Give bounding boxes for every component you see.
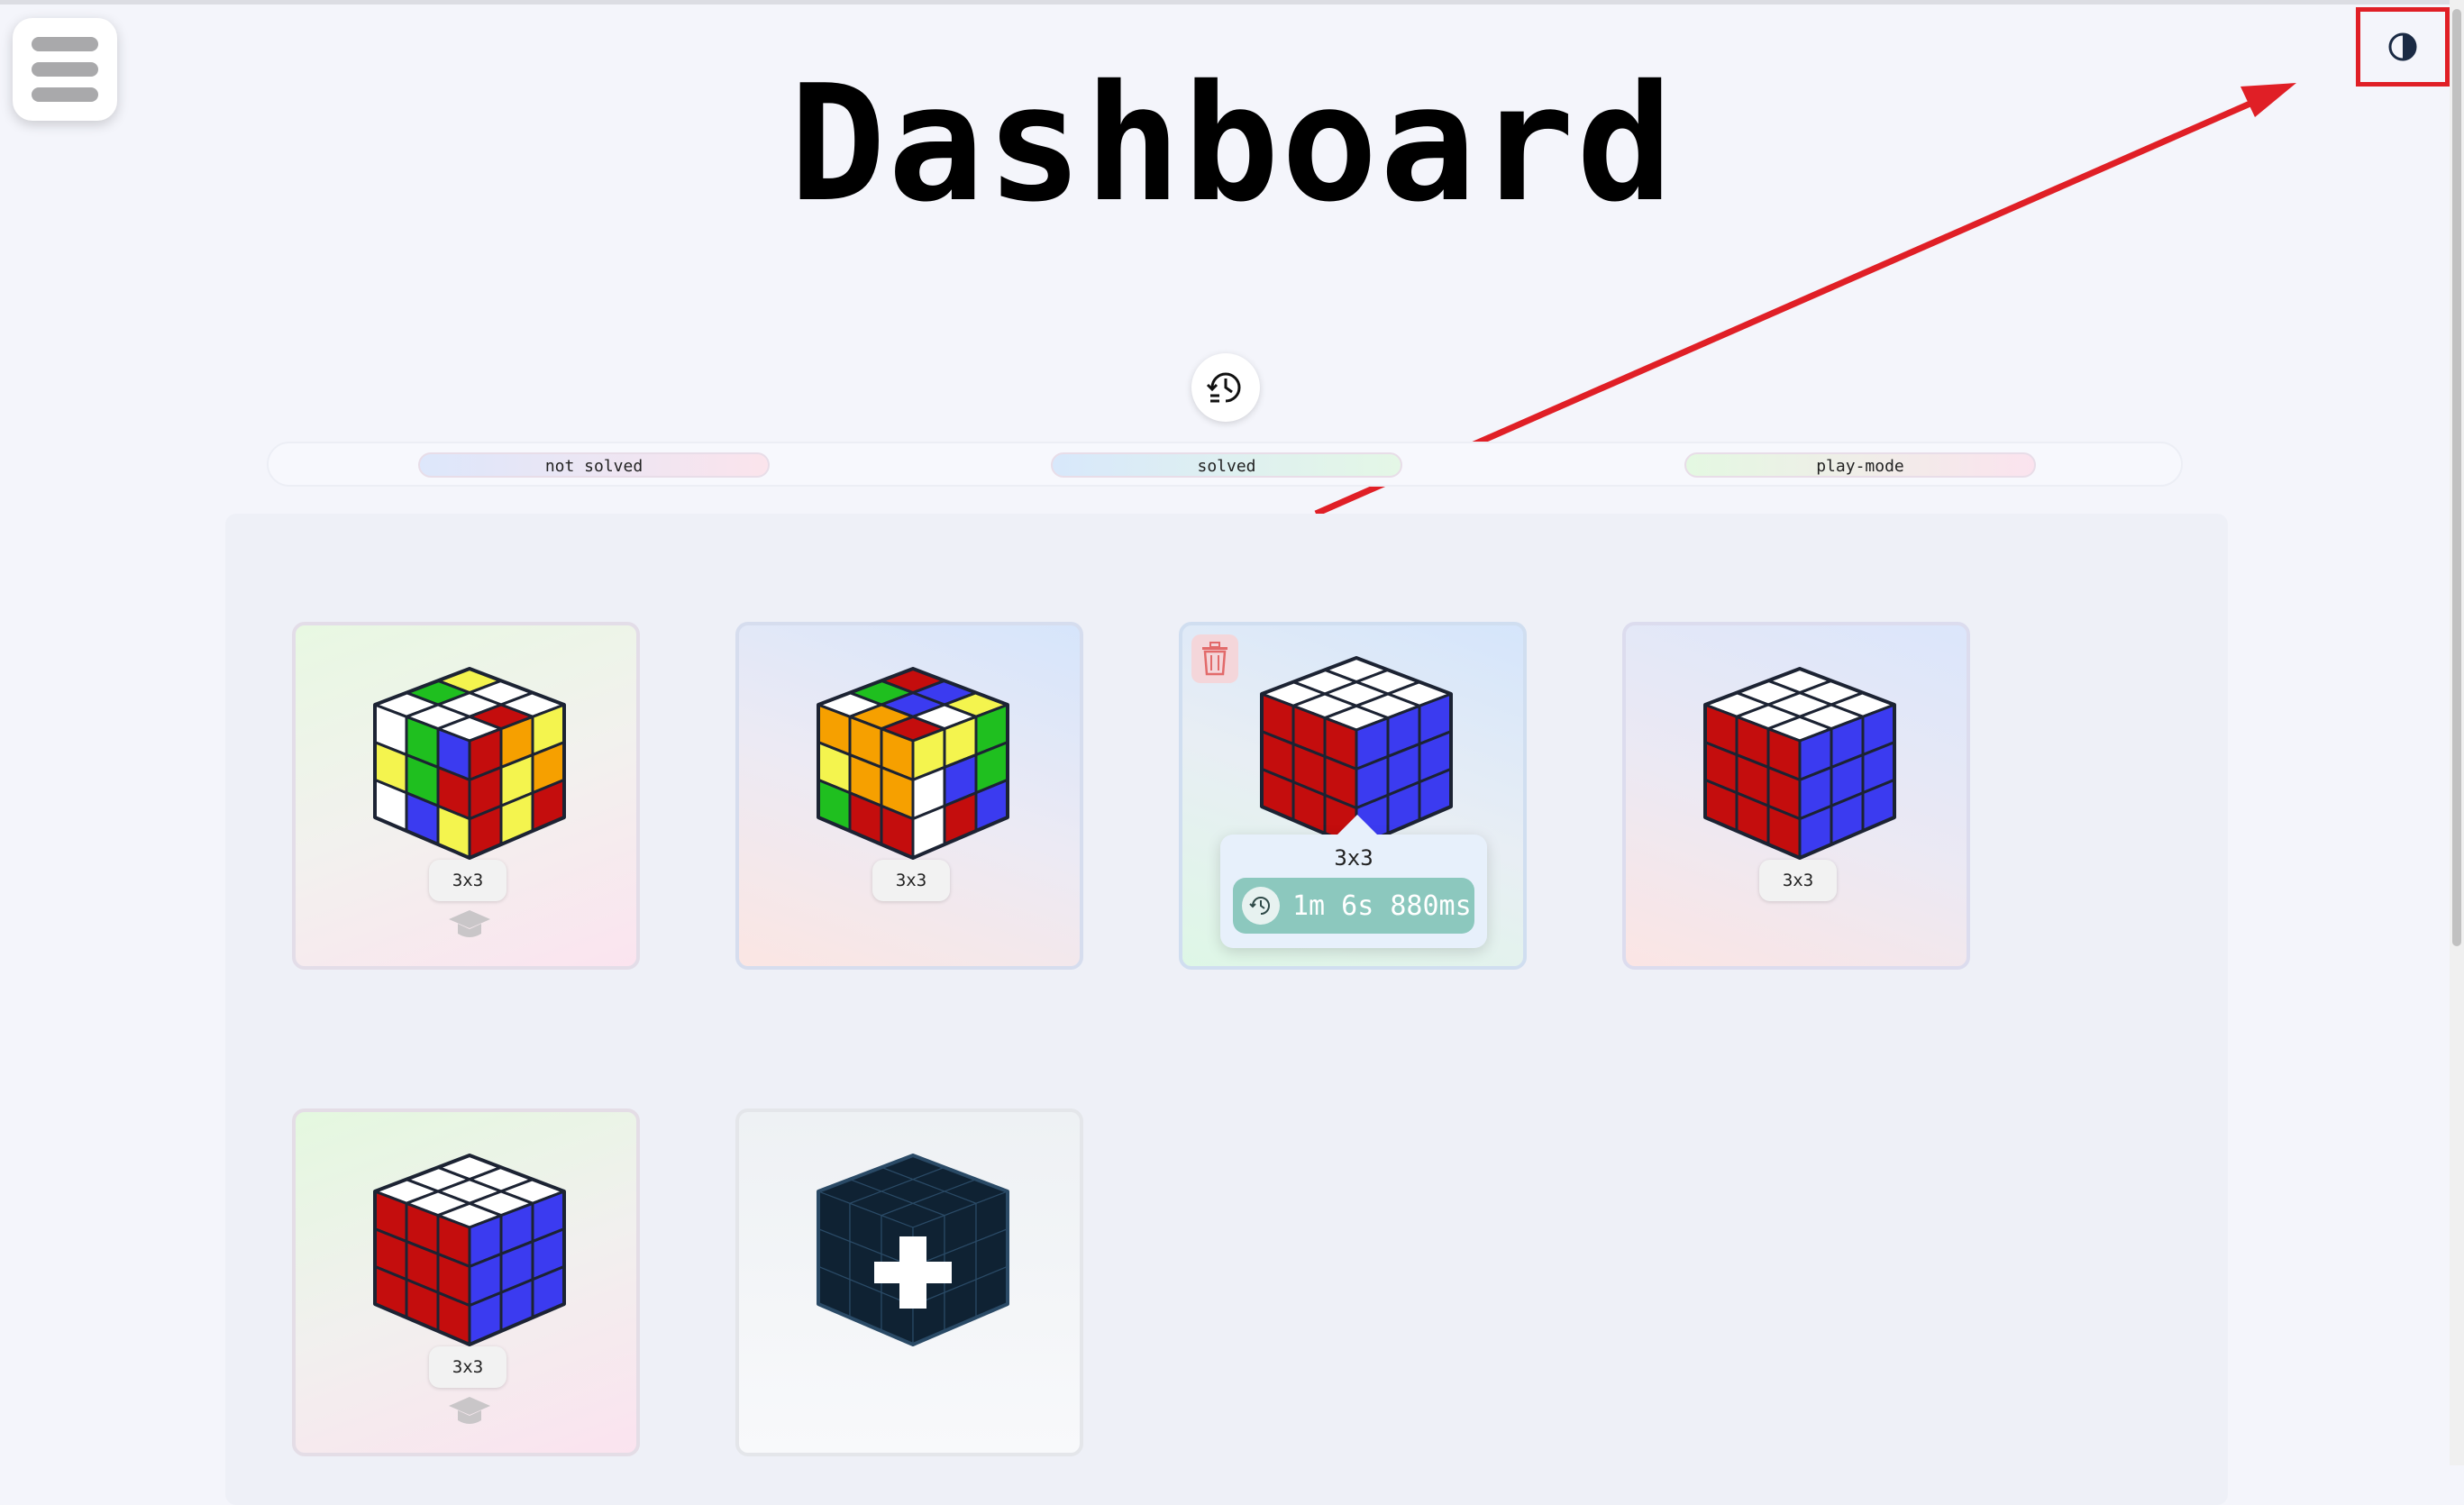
solve-time-chip: 1m 6s 880ms xyxy=(1233,878,1474,934)
tooltip-size: 3x3 xyxy=(1334,845,1373,871)
cube-size-badge: 3x3 xyxy=(429,1346,506,1388)
cube-icon xyxy=(373,1154,566,1346)
graduation-cap-icon xyxy=(449,910,490,937)
filter-not-solved[interactable]: not solved xyxy=(418,452,770,478)
trash-icon xyxy=(1202,642,1227,676)
cube-card[interactable]: 3x3 xyxy=(735,622,1083,970)
history-button[interactable] xyxy=(1191,353,1260,422)
cube-size-badge: 3x3 xyxy=(1759,860,1837,901)
delete-button[interactable] xyxy=(1191,634,1238,683)
cube-size-badge: 3x3 xyxy=(429,860,506,901)
contrast-toggle-icon xyxy=(2388,32,2417,61)
scrollbar-thumb[interactable] xyxy=(2452,9,2461,946)
solve-time-tooltip: 3x3 1m 6s 880ms xyxy=(1220,815,1487,948)
vertical-scrollbar[interactable] xyxy=(2450,0,2464,1465)
add-cube-button[interactable] xyxy=(735,1108,1083,1456)
annotation-arrow-head xyxy=(2240,83,2296,117)
cube-card[interactable]: 3x3 xyxy=(292,622,640,970)
graduation-cap-icon xyxy=(449,1397,490,1424)
cube-icon xyxy=(817,667,1009,860)
theme-toggle-button[interactable] xyxy=(2356,7,2450,87)
cube-card[interactable]: 3x3 xyxy=(292,1108,640,1456)
clock-icon xyxy=(1242,887,1280,925)
filter-solved[interactable]: solved xyxy=(1051,452,1402,478)
add-cube-icon xyxy=(817,1154,1009,1346)
history-icon xyxy=(1206,372,1241,403)
cube-size-badge: 3x3 xyxy=(872,860,950,901)
tooltip-notch xyxy=(1337,815,1377,835)
filter-bar: not solved solved play-mode xyxy=(267,442,2183,487)
cube-icon xyxy=(373,667,566,860)
filter-play-mode[interactable]: play-mode xyxy=(1684,452,2036,478)
cube-icon xyxy=(1703,667,1896,860)
cube-card[interactable]: 3x3 xyxy=(1622,622,1970,970)
solve-time-value: 1m 6s 880ms xyxy=(1292,889,1472,922)
